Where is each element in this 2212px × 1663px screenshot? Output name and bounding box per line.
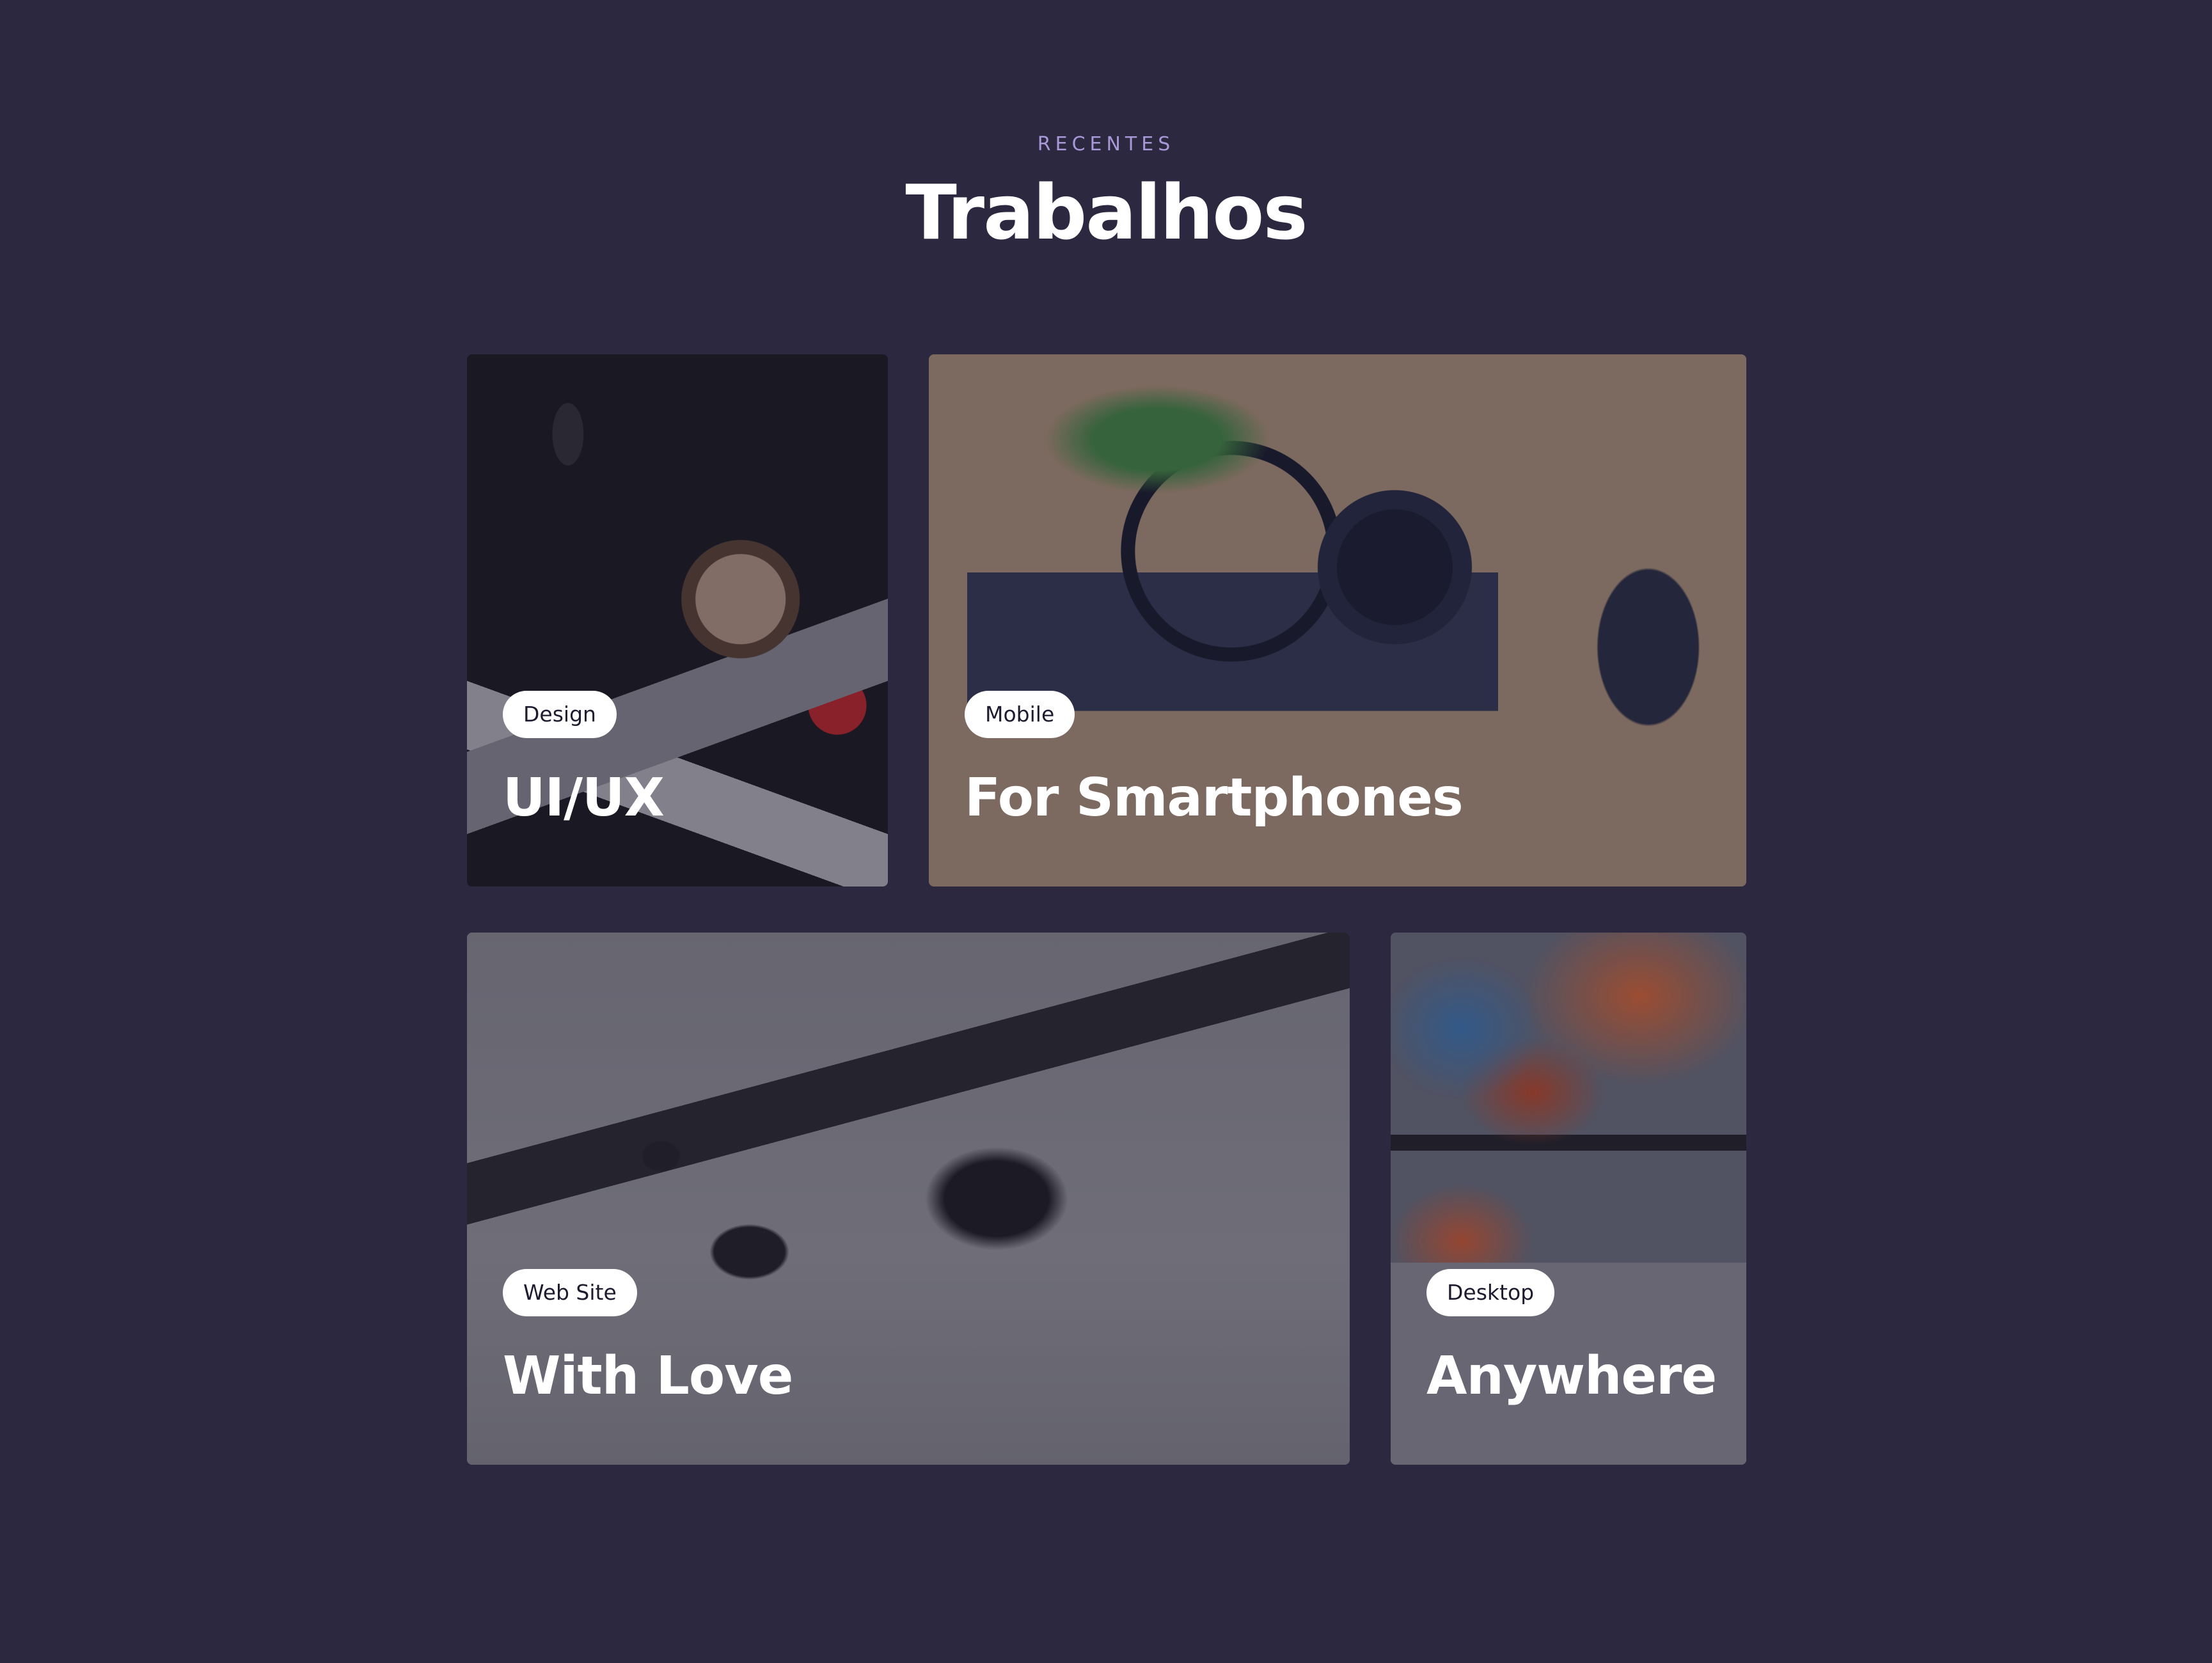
project-title: With Love [503,1346,793,1407]
section-title: Trabalhos [905,168,1307,256]
project-card-uiux[interactable]: Design UI/UX [467,354,888,887]
project-card-desktop[interactable]: Desktop Anywhere [1391,933,1746,1465]
category-badge: Web Site [503,1269,637,1316]
category-badge: Desktop [1426,1269,1555,1316]
project-card-website[interactable]: Web Site With Love [467,933,1350,1465]
section-eyebrow: RECENTES [1037,133,1175,155]
project-title: For Smartphones [965,768,1464,828]
project-title: UI/UX [503,768,665,828]
category-badge: Mobile [965,691,1075,738]
category-badge: Design [503,691,617,738]
project-card-smartphones[interactable]: Mobile For Smartphones [929,354,1746,887]
project-title: Anywhere [1426,1346,1717,1407]
